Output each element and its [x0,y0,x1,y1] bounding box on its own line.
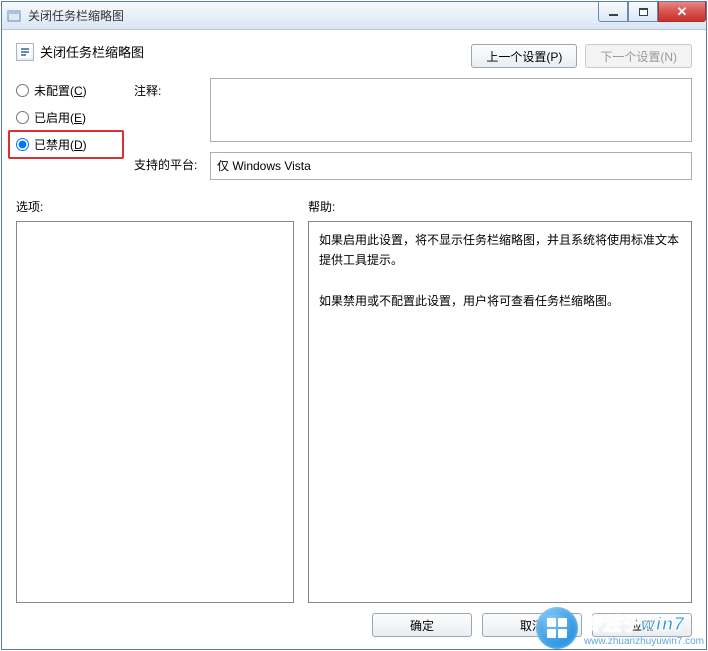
window-title: 关闭任务栏缩略图 [28,7,124,24]
maximize-button[interactable] [628,2,658,22]
apply-button[interactable]: 应用 [592,613,692,637]
supported-platform: 仅 Windows Vista [210,152,692,180]
radio-disabled-input[interactable] [16,138,29,151]
close-button[interactable]: ✕ [658,2,706,22]
radio-enabled[interactable]: 已启用(E) [16,109,116,126]
comment-textarea[interactable] [210,78,692,142]
state-radio-group: 未配置(C) 已启用(E) 已禁用(D) [16,78,116,153]
radio-enabled-input[interactable] [16,111,29,124]
page-title: 关闭任务栏缩略图 [40,42,144,61]
prev-setting-button[interactable]: 上一个设置(P) [471,44,577,68]
window-controls: ✕ [598,2,706,22]
columns: 选项: 帮助: 如果启用此设置，将不显示任务栏缩略图，并且系统将使用标准文本提供… [16,198,692,603]
help-text-1: 如果启用此设置，将不显示任务栏缩略图，并且系统将使用标准文本提供工具提示。 [319,230,681,271]
close-icon: ✕ [677,4,688,20]
ok-button[interactable]: 确定 [372,613,472,637]
help-panel[interactable]: 如果启用此设置，将不显示任务栏缩略图，并且系统将使用标准文本提供工具提示。 如果… [308,221,692,603]
radio-not-configured[interactable]: 未配置(C) [16,82,116,99]
app-icon [6,8,22,24]
action-row: 确定 取消 应用 [16,603,692,637]
client-area: 关闭任务栏缩略图 上一个设置(P) 下一个设置(N) 未配置(C) 已启用(E) [2,30,706,649]
help-label: 帮助: [308,198,692,215]
policy-icon [16,43,34,61]
cancel-button[interactable]: 取消 [482,613,582,637]
header-row: 关闭任务栏缩略图 上一个设置(P) 下一个设置(N) [16,42,692,68]
radio-not-configured-input[interactable] [16,84,29,97]
comment-label: 注释: [134,78,200,142]
platform-label: 支持的平台: [134,152,200,180]
dialog-window: 关闭任务栏缩略图 ✕ 关闭任务栏缩略图 上一个设置(P) 下一个设置(N) [1,1,707,650]
options-label: 选项: [16,198,294,215]
minimize-button[interactable] [598,2,628,22]
radio-disabled[interactable]: 已禁用(D) [8,130,124,159]
titlebar[interactable]: 关闭任务栏缩略图 ✕ [2,2,706,30]
next-setting-button: 下一个设置(N) [585,44,692,68]
config-row: 未配置(C) 已启用(E) 已禁用(D) 注释: 支持的平台: [16,78,692,180]
help-text-2: 如果禁用或不配置此设置，用户将可查看任务栏缩略图。 [319,291,681,311]
options-panel [16,221,294,603]
